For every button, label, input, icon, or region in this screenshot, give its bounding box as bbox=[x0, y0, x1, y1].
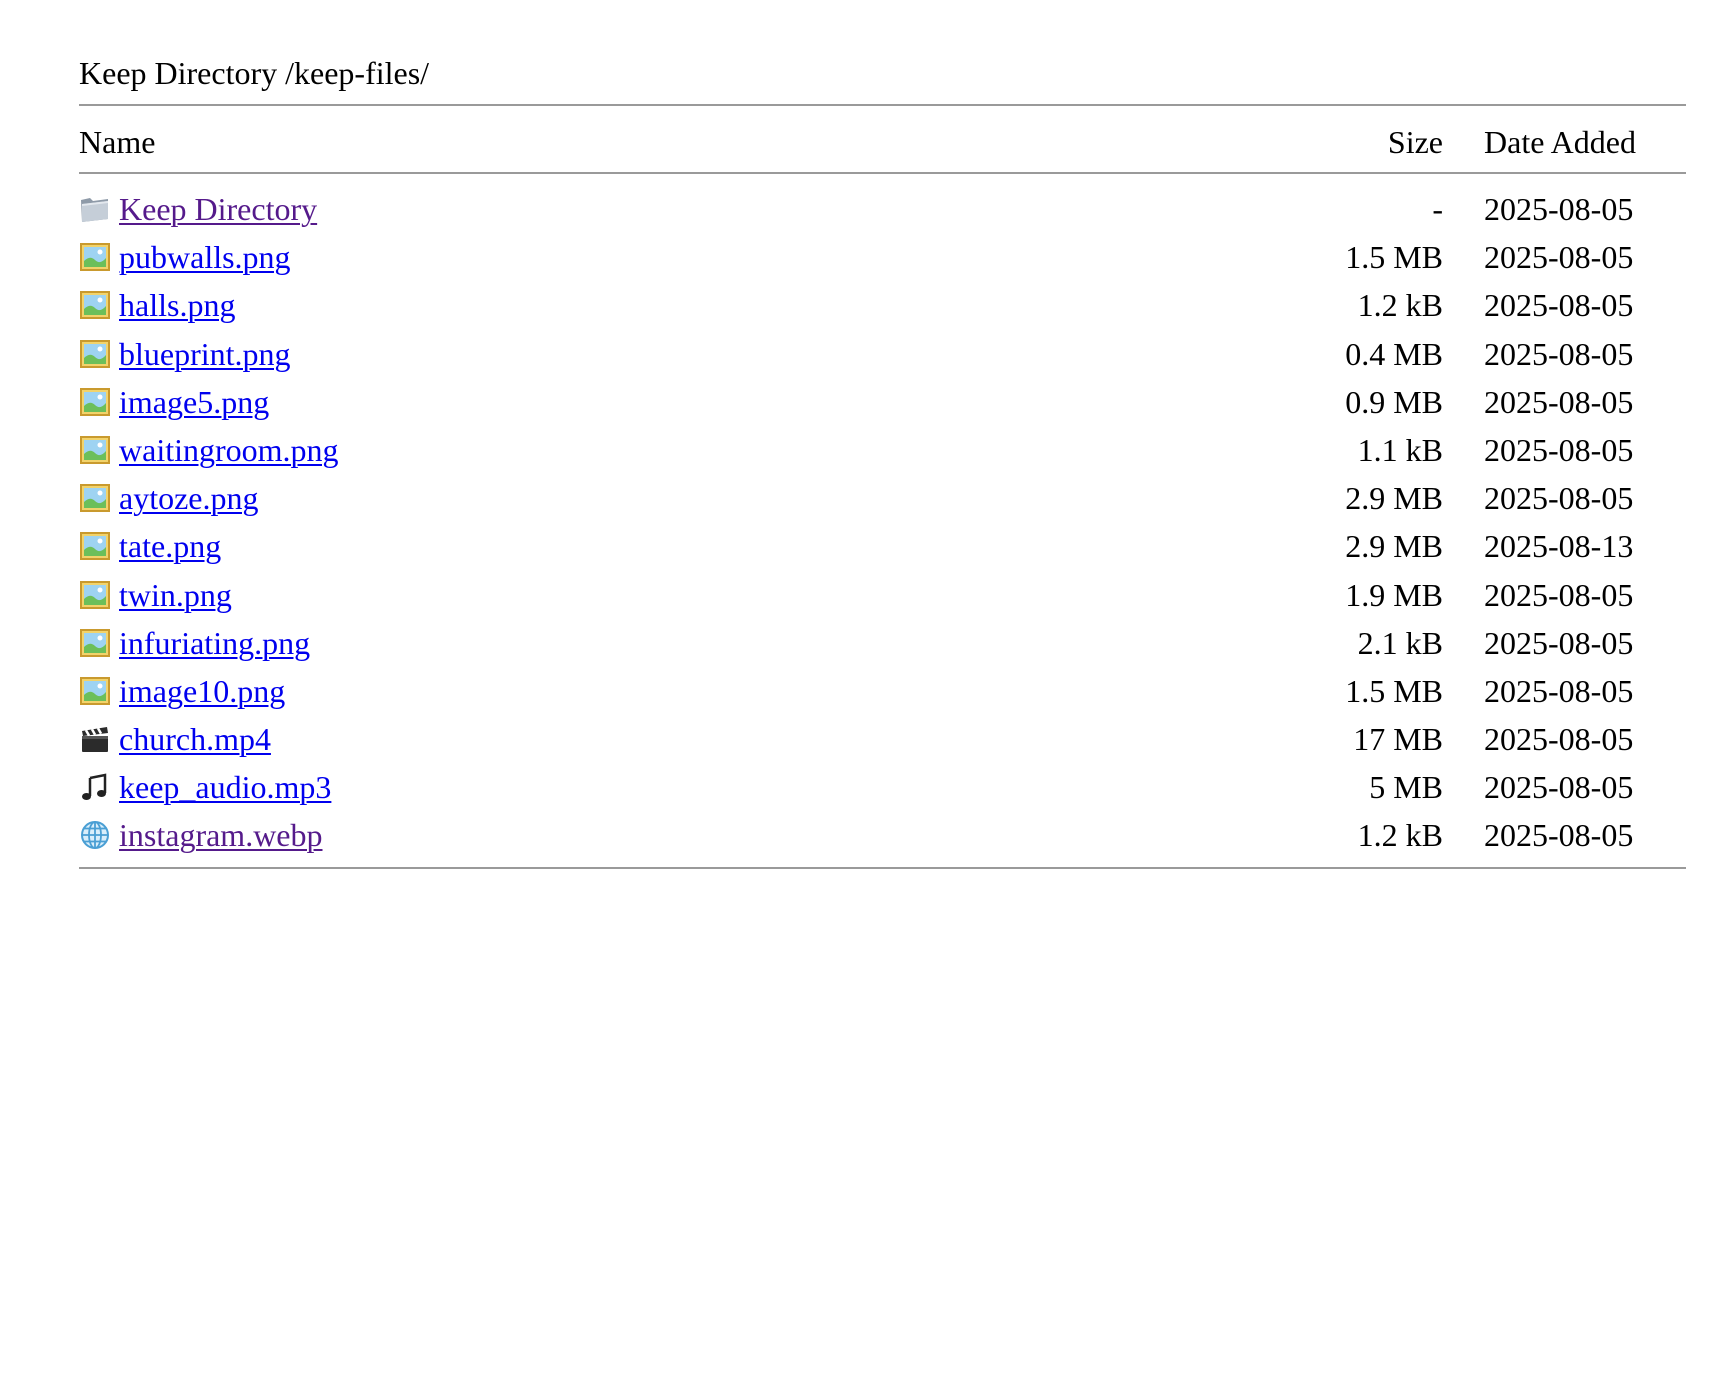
date-added: 2025-08-05 bbox=[1484, 335, 1634, 372]
table-row: halls.png 1.2 kB 2025-08-05 bbox=[79, 285, 1686, 333]
table-header: Name Size Date Added bbox=[79, 122, 1686, 162]
file-size: 1.1 kB bbox=[1357, 431, 1443, 468]
date-added: 2025-08-05 bbox=[1484, 287, 1634, 324]
image-file-icon bbox=[79, 289, 111, 320]
file-size: - bbox=[1432, 191, 1443, 227]
date-added: 2025-08-05 bbox=[1484, 672, 1634, 709]
table-row: blueprint.png 0.4 MB 2025-08-05 bbox=[79, 334, 1686, 382]
top-divider bbox=[79, 104, 1686, 106]
file-link[interactable]: waitingroom.png bbox=[119, 430, 339, 470]
table-row: church.mp4 17 MB 2025-08-05 bbox=[79, 719, 1686, 767]
table-row: instagram.webp 1.2 kB 2025-08-05 bbox=[79, 815, 1686, 863]
music-note-icon bbox=[79, 771, 111, 801]
bottom-divider bbox=[79, 867, 1686, 869]
table-row: image5.png 0.9 MB 2025-08-05 bbox=[79, 382, 1686, 430]
file-size: 0.4 MB bbox=[1345, 335, 1443, 372]
date-added: 2025-08-05 bbox=[1484, 817, 1634, 854]
file-link[interactable]: twin.png bbox=[119, 575, 232, 615]
date-added: 2025-08-05 bbox=[1484, 480, 1634, 517]
date-added: 2025-08-05 bbox=[1484, 769, 1634, 806]
image-file-icon bbox=[79, 675, 111, 705]
folder-icon bbox=[79, 193, 111, 223]
date-added: 2025-08-05 bbox=[1484, 383, 1634, 420]
column-header-name: Name bbox=[79, 124, 156, 160]
file-link[interactable]: halls.png bbox=[119, 285, 235, 325]
globe-icon bbox=[79, 819, 111, 850]
file-size: 2.9 MB bbox=[1345, 528, 1443, 565]
table-row: infuriating.png 2.1 kB 2025-08-05 bbox=[79, 623, 1686, 671]
file-size: 0.9 MB bbox=[1345, 383, 1443, 420]
image-file-icon bbox=[79, 627, 111, 657]
file-link[interactable]: church.mp4 bbox=[119, 719, 271, 759]
file-size: 1.5 MB bbox=[1345, 239, 1443, 276]
column-header-size: Size bbox=[1387, 124, 1443, 160]
file-size: 2.9 MB bbox=[1345, 480, 1443, 517]
image-file-icon bbox=[79, 579, 111, 609]
file-link[interactable]: tate.png bbox=[119, 526, 221, 566]
date-added: 2025-08-05 bbox=[1484, 431, 1634, 468]
image-file-icon bbox=[79, 482, 111, 513]
file-size: 2.1 kB bbox=[1357, 624, 1443, 661]
date-added: 2025-08-05 bbox=[1484, 721, 1634, 758]
table-row: tate.png 2.9 MB 2025-08-13 bbox=[79, 526, 1686, 574]
table-row: keep_audio.mp3 5 MB 2025-08-05 bbox=[79, 767, 1686, 815]
table-row: waitingroom.png 1.1 kB 2025-08-05 bbox=[79, 430, 1686, 478]
file-size: 1.5 MB bbox=[1345, 672, 1443, 709]
file-link[interactable]: pubwalls.png bbox=[119, 237, 291, 277]
date-added: 2025-08-05 bbox=[1484, 576, 1634, 613]
column-header-date-added: Date Added bbox=[1484, 124, 1636, 160]
date-added: 2025-08-05 bbox=[1484, 624, 1634, 661]
image-file-icon bbox=[79, 338, 111, 368]
file-size: 1.9 MB bbox=[1345, 576, 1443, 613]
file-size: 1.2 kB bbox=[1357, 817, 1443, 854]
clapperboard-icon bbox=[79, 723, 111, 753]
file-list: Keep Directory - 2025-08-05 pubwalls.png 1.… bbox=[79, 189, 1686, 864]
table-row: pubwalls.png 1.5 MB 2025-08-05 bbox=[79, 237, 1686, 285]
file-link[interactable]: image10.png bbox=[119, 671, 285, 711]
file-link[interactable]: keep_audio.mp3 bbox=[119, 767, 331, 807]
image-file-icon bbox=[79, 386, 111, 416]
page-title: Keep Directory /keep-files/ bbox=[79, 55, 430, 91]
table-row: twin.png 1.9 MB 2025-08-05 bbox=[79, 575, 1686, 623]
image-file-icon bbox=[79, 530, 111, 561]
header-divider bbox=[79, 172, 1686, 174]
file-link[interactable]: aytoze.png bbox=[119, 478, 259, 518]
table-row: Keep Directory - 2025-08-05 bbox=[79, 189, 1686, 237]
image-file-icon bbox=[79, 241, 111, 272]
date-added: 2025-08-05 bbox=[1484, 239, 1634, 276]
file-link[interactable]: Keep Directory bbox=[119, 189, 317, 229]
file-size: 1.2 kB bbox=[1357, 287, 1443, 324]
table-row: aytoze.png 2.9 MB 2025-08-05 bbox=[79, 478, 1686, 526]
date-added: 2025-08-13 bbox=[1484, 528, 1634, 565]
file-size: 5 MB bbox=[1369, 769, 1443, 806]
file-size: 17 MB bbox=[1353, 721, 1443, 758]
file-link[interactable]: image5.png bbox=[119, 382, 269, 422]
file-link[interactable]: instagram.webp bbox=[119, 815, 323, 855]
image-file-icon bbox=[79, 434, 111, 464]
table-row: image10.png 1.5 MB 2025-08-05 bbox=[79, 671, 1686, 719]
file-link[interactable]: blueprint.png bbox=[119, 334, 291, 374]
date-added: 2025-08-05 bbox=[1484, 191, 1634, 227]
file-link[interactable]: infuriating.png bbox=[119, 623, 310, 663]
